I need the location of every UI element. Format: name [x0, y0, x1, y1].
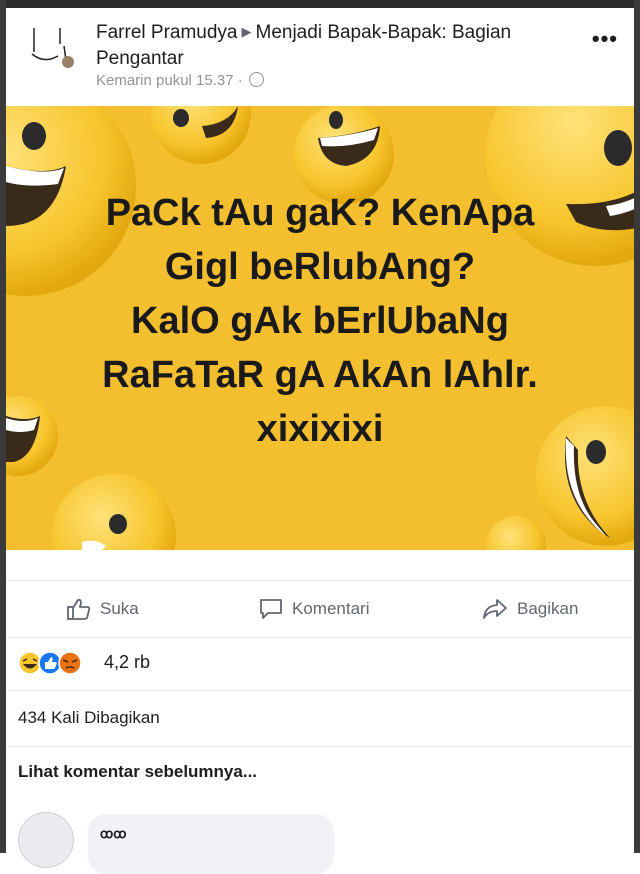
like-button[interactable]: Suka	[66, 595, 139, 623]
comment-label: Komentari	[292, 599, 370, 618]
commenter-avatar[interactable]	[18, 812, 74, 868]
meme-line: Gigl beRlubAng?	[164, 246, 476, 288]
reaction-count: 4,2 rb	[104, 652, 151, 672]
globe-icon	[248, 72, 264, 87]
reaction-icons	[18, 651, 82, 675]
triangle-right-icon: ▶	[241, 24, 252, 39]
screen-right-edge	[634, 0, 640, 853]
haha-icon	[18, 651, 42, 675]
shares-row[interactable]: 434 Kali Dibagikan	[6, 690, 634, 747]
like-label: Suka	[100, 599, 139, 618]
timestamp-text: Kemarin pukul 15.37 ·	[96, 72, 243, 89]
commenter-name[interactable]: ꝏꝏ	[100, 826, 126, 842]
screen-top-edge	[0, 0, 640, 8]
more-options-button[interactable]: •••	[592, 26, 618, 52]
post-header: Farrel Pramudya ▶ Menjadi Bapak-Bapak: Bag…	[6, 8, 634, 108]
meme-line: KalO gAk bErlUbaNg	[131, 300, 509, 342]
meme-line: xixixixi	[256, 408, 384, 450]
share-button[interactable]: Bagikan	[481, 595, 578, 623]
angry-icon	[58, 651, 82, 675]
comment-bubble-icon	[260, 599, 282, 619]
author-avatar[interactable]	[28, 16, 86, 74]
avatar-sketch-icon	[31, 28, 74, 68]
meme-line: RaFaTaR gA AkAn lAhlr.	[102, 354, 538, 396]
share-label: Bagikan	[517, 599, 579, 618]
reactions-summary[interactable]: 4,2 rb	[6, 636, 634, 691]
comment-button[interactable]: Komentari	[258, 595, 369, 623]
meme-line: PaCk tAu gaK? KenApa	[105, 192, 535, 234]
post-timestamp[interactable]: Kemarin pukul 15.37 ·	[96, 72, 264, 89]
author-name[interactable]: Farrel Pramudya	[96, 22, 238, 43]
like-icon	[38, 651, 62, 675]
post-image[interactable]: PaCk tAu gaK? KenApa Gigl beRlubAng? Kal…	[6, 106, 634, 550]
thumbs-up-icon	[67, 598, 91, 620]
share-arrow-icon	[483, 599, 507, 619]
post-action-bar: Suka Komentari Bagikan	[6, 580, 634, 638]
comment-bubble	[88, 814, 334, 874]
author-line: Farrel Pramudya ▶ Menjadi Bapak-Bapak: Bag…	[96, 20, 526, 71]
share-count: 434 Kali Dibagikan	[18, 708, 160, 727]
meme-caption: PaCk tAu gaK? KenApa Gigl beRlubAng? Kal…	[6, 186, 634, 456]
view-previous-comments-link[interactable]: Lihat komentar sebelumnya...	[18, 762, 257, 782]
